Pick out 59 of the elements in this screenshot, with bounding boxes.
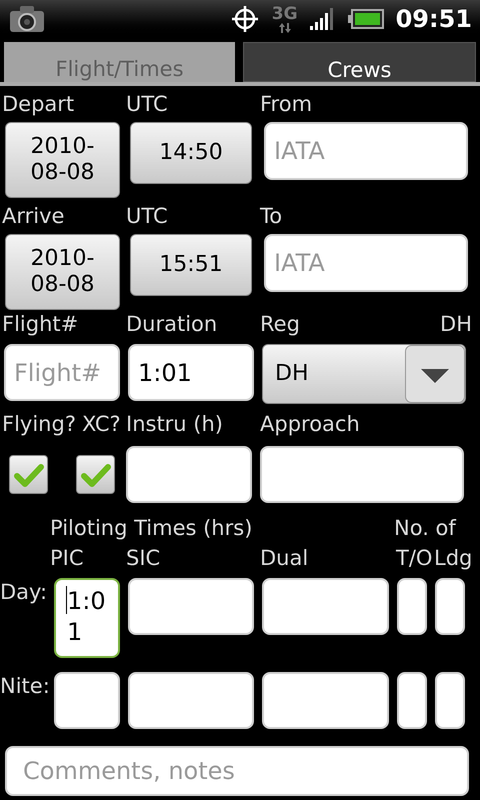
camera-icon (8, 4, 46, 34)
checkmark-icon (14, 462, 44, 486)
field-value: 1:01 (67, 586, 107, 648)
timezone-label: UTC (126, 206, 169, 230)
signal-icon (310, 8, 336, 30)
duration-label: Duration (126, 314, 218, 338)
time-field[interactable] (128, 672, 254, 729)
dh-label: DH (440, 314, 473, 338)
time-field[interactable] (128, 578, 254, 635)
column-header: Ldg (434, 548, 470, 572)
time-field[interactable] (262, 578, 389, 635)
piloting-title: Piloting Times (hrs) (50, 518, 254, 542)
flight-number-field[interactable]: Flight# (4, 344, 120, 401)
clock: 09:51 (396, 4, 472, 35)
instrument-hours-field[interactable] (126, 446, 252, 503)
time-field[interactable] (397, 578, 427, 635)
time-field[interactable] (435, 672, 465, 729)
reg-dropdown[interactable]: DH (262, 344, 466, 404)
row-label: Nite: (0, 673, 51, 697)
checkbox[interactable] (9, 455, 48, 494)
flight-number-label: Flight# (1, 314, 80, 338)
time-field[interactable] (54, 672, 120, 729)
time-button[interactable]: 15:51 (130, 234, 252, 296)
column-header: Dual (260, 548, 310, 572)
count-title: No. of (394, 518, 458, 542)
checkbox-label: Flying? (2, 414, 76, 438)
leg-label: Depart (1, 94, 76, 118)
leg-label: Arrive (1, 206, 66, 230)
date-button[interactable]: 2010-08-08 (5, 122, 120, 198)
reg-label: Reg (260, 314, 301, 338)
time-field[interactable] (435, 578, 465, 635)
airport-field[interactable]: IATA (264, 122, 468, 180)
checkbox-label: XC? (82, 414, 121, 438)
row-label: Day: (0, 579, 48, 603)
battery-icon (348, 9, 384, 29)
checkbox[interactable] (76, 455, 115, 494)
gps-icon (230, 4, 260, 34)
time-field[interactable] (397, 672, 427, 729)
duration-field[interactable]: 1:01 (128, 344, 254, 401)
instrument-label: Instru (h) (126, 414, 224, 438)
column-header: T/O (396, 548, 434, 572)
column-header: PIC (50, 548, 85, 572)
time-field[interactable]: 1:01 (54, 578, 120, 658)
airport-field[interactable]: IATA (264, 234, 468, 292)
text-cursor (66, 586, 67, 614)
network-type: 3G (272, 6, 298, 22)
time-field[interactable] (262, 672, 389, 729)
timezone-label: UTC (126, 94, 169, 118)
column-header: SIC (126, 548, 162, 572)
approach-field[interactable] (260, 446, 464, 503)
date-button[interactable]: 2010-08-08 (5, 234, 120, 310)
checkmark-icon (80, 462, 110, 486)
tab[interactable]: Crews (243, 42, 476, 82)
data-arrows-icon (278, 22, 292, 32)
approach-label: Approach (260, 414, 360, 438)
place-label: From (260, 94, 312, 118)
place-label: To (260, 206, 282, 230)
time-button[interactable]: 14:50 (130, 122, 252, 184)
comments-field[interactable]: Comments, notes (5, 746, 469, 796)
